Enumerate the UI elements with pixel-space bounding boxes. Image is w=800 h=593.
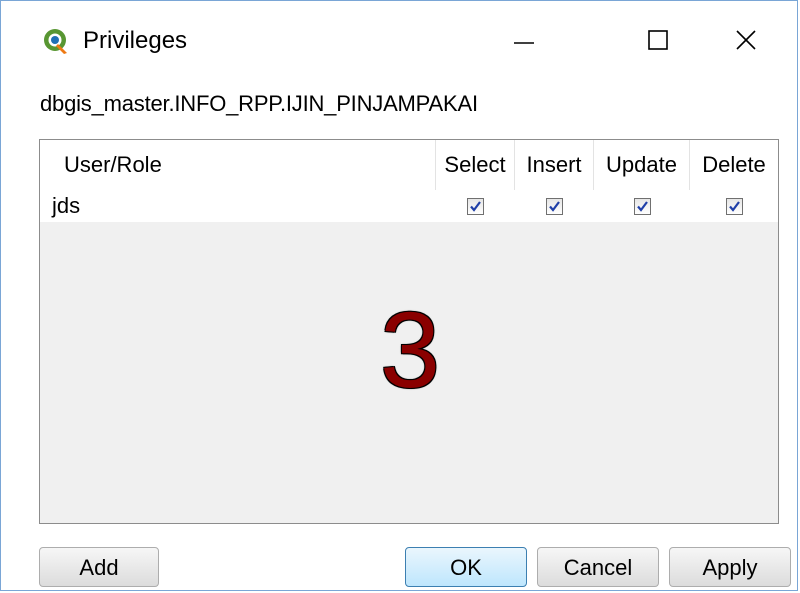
minimize-icon — [514, 42, 534, 44]
table-row[interactable]: jds — [40, 190, 778, 222]
column-header-user-role[interactable]: User/Role — [40, 140, 436, 190]
apply-button[interactable]: Apply — [669, 547, 791, 587]
insert-checkbox[interactable] — [546, 197, 563, 215]
qgis-icon — [42, 27, 70, 55]
cell-user-role[interactable]: jds — [40, 190, 436, 222]
checkmark-icon — [728, 200, 740, 212]
minimize-button[interactable] — [479, 11, 569, 69]
maximize-button[interactable] — [613, 11, 703, 69]
window-title: Privileges — [83, 27, 188, 54]
privileges-dialog: Privileges dbgis_master.INFO_RPP.IJIN_PI… — [0, 0, 798, 591]
cancel-button[interactable]: Cancel — [537, 547, 659, 587]
title-bar[interactable]: Privileges — [1, 1, 797, 77]
column-header-delete[interactable]: Delete — [690, 140, 778, 190]
cell-select — [436, 190, 515, 222]
update-checkbox[interactable] — [633, 197, 651, 215]
column-header-update[interactable]: Update — [594, 140, 690, 190]
maximize-icon — [648, 30, 668, 50]
annotation-number: 3 — [379, 289, 441, 410]
checkmark-icon — [470, 200, 481, 212]
close-icon — [736, 30, 756, 50]
column-header-insert[interactable]: Insert — [515, 140, 594, 190]
ok-button[interactable]: OK — [405, 547, 527, 587]
checkmark-icon — [636, 200, 648, 212]
cell-insert — [515, 190, 594, 222]
add-button[interactable]: Add — [39, 547, 159, 587]
privileges-table[interactable]: User/Role Select Insert Update Delete jd… — [39, 139, 779, 524]
cell-update — [594, 190, 690, 222]
close-button[interactable] — [701, 11, 791, 69]
delete-checkbox[interactable] — [725, 197, 743, 215]
select-checkbox[interactable] — [467, 197, 484, 215]
table-path-label: dbgis_master.INFO_RPP.IJIN_PINJAMPAKAI — [40, 91, 478, 116]
column-header-select[interactable]: Select — [436, 140, 515, 190]
checkmark-icon — [549, 200, 560, 212]
table-header: User/Role Select Insert Update Delete — [40, 140, 778, 191]
cell-delete — [690, 190, 778, 222]
